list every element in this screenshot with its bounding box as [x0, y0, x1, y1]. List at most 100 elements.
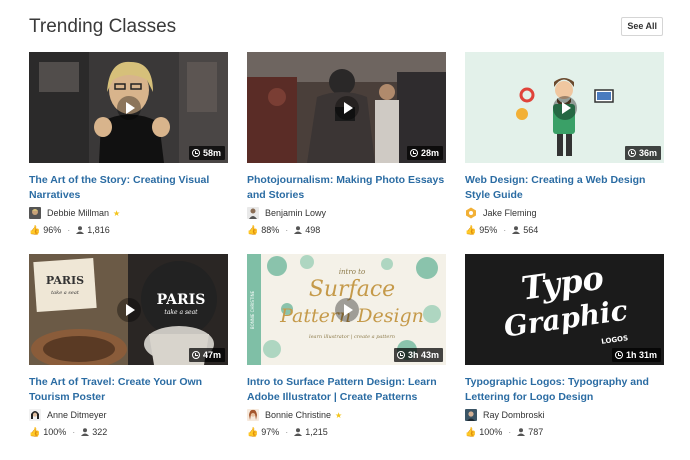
- separator-dot: ·: [508, 427, 512, 437]
- class-thumbnail[interactable]: 36m: [465, 52, 664, 163]
- separator-dot: ·: [285, 225, 289, 235]
- class-card[interactable]: 58m The Art of the Story: Creating Visua…: [29, 52, 228, 237]
- thumb-paris-text: PARIS: [46, 274, 84, 287]
- class-card[interactable]: Typo Graphic LOGOS 1h 31m Typographic Lo…: [465, 254, 664, 439]
- teacher-row: Jake Fleming: [465, 206, 664, 220]
- class-title-link[interactable]: Intro to Surface Pattern Design: Learn A…: [247, 375, 446, 405]
- thumbs-up-icon: 👍: [29, 224, 41, 235]
- avatar[interactable]: [29, 409, 41, 421]
- clock-icon: [396, 351, 405, 359]
- thumbs-up-icon: 👍: [29, 426, 41, 437]
- avatar[interactable]: [247, 409, 259, 421]
- user-icon: [517, 427, 526, 437]
- clock-icon: [191, 351, 200, 359]
- user-icon: [294, 427, 303, 437]
- teacher-row: Anne Ditmeyer: [29, 408, 228, 422]
- user-icon: [512, 225, 521, 235]
- class-stats: 👍 97% · 1,215: [247, 425, 446, 439]
- play-icon[interactable]: [116, 297, 141, 322]
- see-all-button[interactable]: See All: [621, 17, 663, 36]
- positive-rating: 95%: [479, 225, 498, 235]
- class-stats: 👍 95% · 564: [465, 223, 664, 237]
- positive-rating: 88%: [261, 225, 280, 235]
- duration-badge: 36m: [624, 146, 661, 160]
- thumb-subtitle-text: take a seat: [164, 309, 198, 316]
- class-stats: 👍 96% · 1,816: [29, 223, 228, 237]
- teacher-row: Benjamin Lowy: [247, 206, 446, 220]
- teacher-name[interactable]: Bonnie Christine: [265, 410, 331, 420]
- thumbs-up-icon: 👍: [465, 426, 477, 437]
- teacher-name[interactable]: Ray Dombroski: [483, 410, 545, 420]
- class-title-link[interactable]: Web Design: Creating a Web Design Style …: [465, 173, 664, 203]
- avatar[interactable]: [247, 207, 259, 219]
- duration-badge: 3h 43m: [393, 348, 443, 362]
- separator-dot: ·: [67, 225, 71, 235]
- class-card[interactable]: PARIS take a seat PARIS take a seat 47m …: [29, 254, 228, 439]
- separator-dot: ·: [503, 225, 507, 235]
- class-card[interactable]: 36m Web Design: Creating a Web Design St…: [465, 52, 664, 237]
- class-title-link[interactable]: Typographic Logos: Typography and Letter…: [465, 375, 664, 405]
- teacher-row: Debbie Millman ★: [29, 206, 228, 220]
- thumb-paris-text: PARIS: [157, 292, 206, 308]
- duration-text: 58m: [202, 148, 221, 158]
- user-icon: [76, 225, 85, 235]
- student-count: 322: [92, 427, 108, 437]
- teacher-row: Ray Dombroski: [465, 408, 664, 422]
- student-count: 564: [523, 225, 539, 235]
- section-header: Trending Classes See All: [29, 14, 663, 40]
- clock-icon: [191, 149, 200, 157]
- star-icon: ★: [335, 410, 343, 420]
- teacher-name[interactable]: Jake Fleming: [483, 208, 537, 218]
- duration-text: 28m: [420, 148, 439, 158]
- duration-text: 3h 43m: [407, 350, 439, 360]
- separator-dot: ·: [72, 427, 76, 437]
- duration-badge: 58m: [188, 146, 225, 160]
- avatar[interactable]: [465, 207, 477, 219]
- class-thumbnail[interactable]: BONNIE CHRISTINE intro to Surface Patter…: [247, 254, 446, 365]
- class-card[interactable]: BONNIE CHRISTINE intro to Surface Patter…: [247, 254, 446, 439]
- thumbs-up-icon: 👍: [247, 224, 259, 235]
- play-icon[interactable]: [334, 95, 359, 120]
- class-stats: 👍 100% · 322: [29, 425, 228, 439]
- positive-rating: 97%: [261, 427, 280, 437]
- class-title-link[interactable]: Photojournalism: Making Photo Essays and…: [247, 173, 446, 203]
- teacher-name[interactable]: Anne Ditmeyer: [47, 410, 107, 420]
- class-card[interactable]: 28m Photojournalism: Making Photo Essays…: [247, 52, 446, 237]
- thumb-subtitle-text: take a seat: [51, 290, 80, 296]
- play-icon[interactable]: [116, 95, 141, 120]
- thumb-tag-text: learn illustrator | create a pattern: [309, 334, 395, 340]
- clock-icon: [627, 149, 636, 157]
- class-title-link[interactable]: The Art of Travel: Create Your Own Touri…: [29, 375, 228, 405]
- class-thumbnail[interactable]: 28m: [247, 52, 446, 163]
- page-title: Trending Classes: [29, 16, 177, 37]
- class-thumbnail[interactable]: 58m: [29, 52, 228, 163]
- student-count: 1,816: [87, 225, 110, 235]
- play-icon[interactable]: [552, 95, 577, 120]
- duration-text: 36m: [638, 148, 657, 158]
- teacher-name[interactable]: Debbie Millman: [47, 208, 109, 218]
- class-stats: 👍 88% · 498: [247, 223, 446, 237]
- thumbs-up-icon: 👍: [465, 224, 477, 235]
- class-thumbnail[interactable]: PARIS take a seat PARIS take a seat 47m: [29, 254, 228, 365]
- avatar[interactable]: [29, 207, 41, 219]
- class-title-link[interactable]: The Art of the Story: Creating Visual Na…: [29, 173, 228, 203]
- student-count: 498: [305, 225, 321, 235]
- student-count: 1,215: [305, 427, 328, 437]
- clock-icon: [614, 351, 623, 359]
- user-icon: [81, 427, 90, 437]
- teacher-row: Bonnie Christine ★: [247, 408, 446, 422]
- class-stats: 👍 100% · 787: [465, 425, 664, 439]
- student-count: 787: [528, 427, 544, 437]
- duration-badge: 1h 31m: [611, 348, 661, 362]
- play-icon[interactable]: [334, 297, 359, 322]
- positive-rating: 100%: [479, 427, 503, 437]
- star-icon: ★: [113, 208, 121, 218]
- avatar[interactable]: [465, 409, 477, 421]
- duration-badge: 47m: [188, 348, 225, 362]
- duration-text: 1h 31m: [625, 350, 657, 360]
- duration-text: 47m: [202, 350, 221, 360]
- class-thumbnail[interactable]: Typo Graphic LOGOS 1h 31m: [465, 254, 664, 365]
- positive-rating: 96%: [43, 225, 62, 235]
- teacher-name[interactable]: Benjamin Lowy: [265, 208, 326, 218]
- thumbs-up-icon: 👍: [247, 426, 259, 437]
